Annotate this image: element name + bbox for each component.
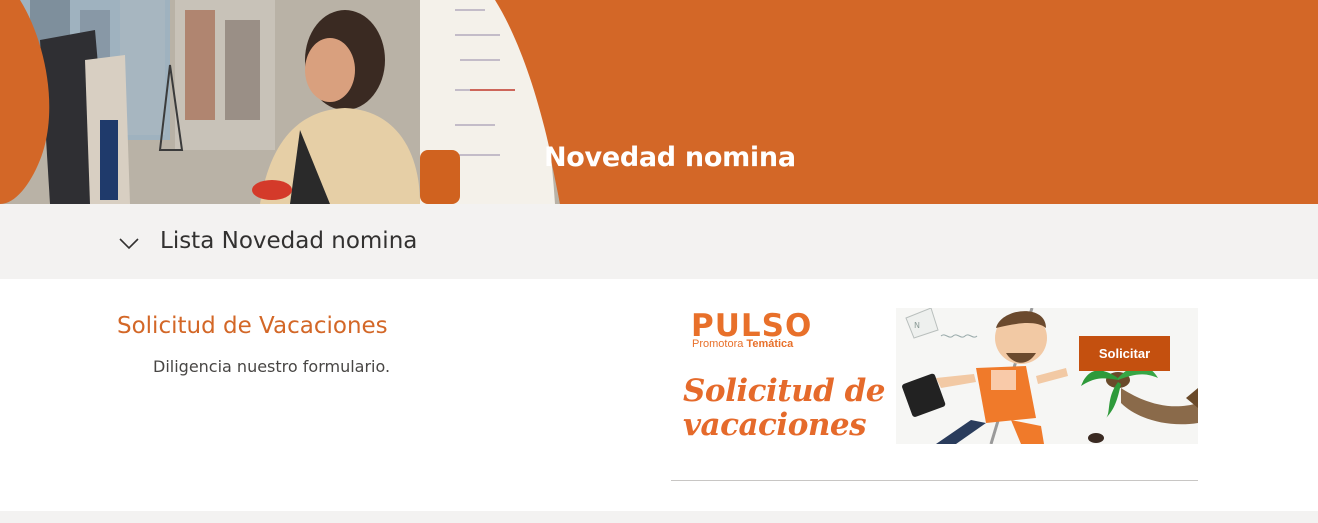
- card-description: Diligencia nuestro formulario.: [153, 357, 391, 376]
- banner-script-line1: Solicitud de: [683, 373, 886, 409]
- pulso-subtitle-prefix: Promotora: [692, 338, 747, 350]
- banner-script-title: Solicitud de vacaciones: [683, 373, 886, 443]
- pulso-subtitle: Promotora Temática: [692, 338, 793, 350]
- hero-photo: [0, 0, 600, 204]
- page: Novedad nomina Lista Novedad nomina Soli…: [0, 0, 1318, 523]
- vacation-illustration: N: [896, 308, 1198, 444]
- card-title-link[interactable]: Solicitud de Vacaciones: [117, 313, 388, 339]
- page-title: Novedad nomina: [544, 142, 796, 173]
- banner-script-line2: vacaciones: [683, 407, 867, 443]
- pulso-subtitle-bold: Temática: [746, 338, 794, 350]
- svg-text:N: N: [914, 321, 920, 330]
- hero-banner: Novedad nomina: [0, 0, 1318, 204]
- divider: [671, 480, 1198, 481]
- vacation-banner[interactable]: PULSO Promotora Temática Solicitud de va…: [671, 308, 1198, 444]
- section-title[interactable]: Lista Novedad nomina: [160, 228, 417, 254]
- solicitar-button[interactable]: Solicitar: [1079, 336, 1170, 371]
- chevron-down-icon[interactable]: [118, 232, 140, 254]
- bottom-section-strip: [0, 511, 1318, 523]
